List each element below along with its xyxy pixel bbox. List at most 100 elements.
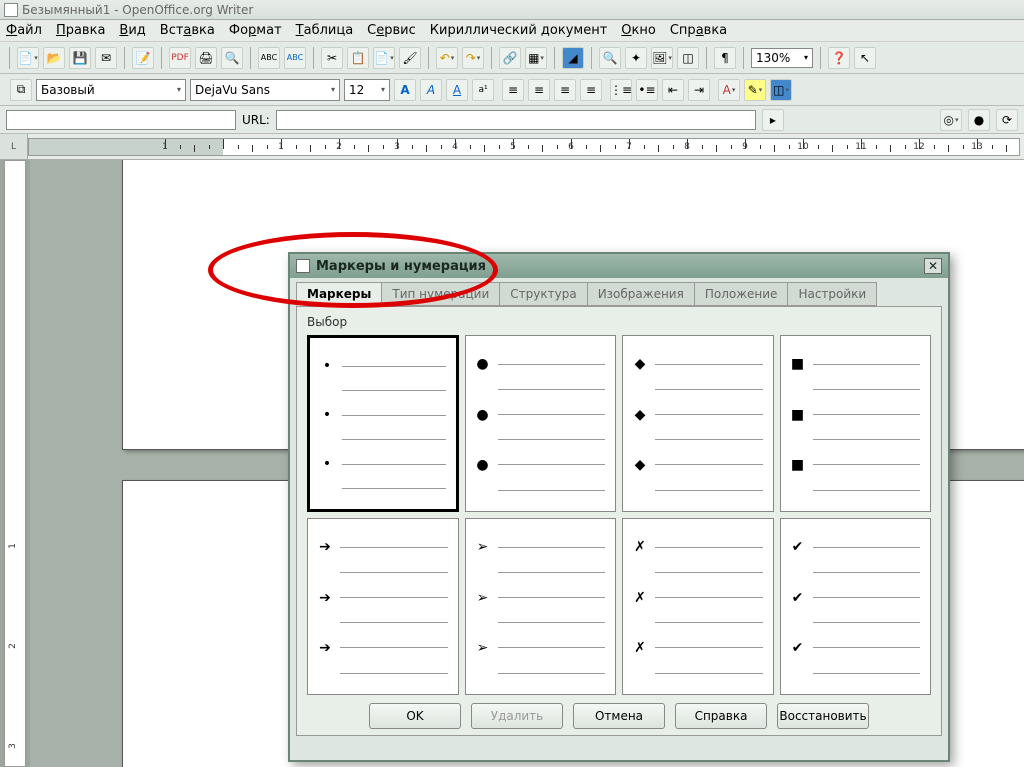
- whats-this-button[interactable]: ↖: [854, 47, 876, 69]
- paragraph-style-combo[interactable]: Базовый▾: [36, 79, 186, 101]
- open-button[interactable]: 📂: [43, 47, 65, 69]
- numbering-button[interactable]: ⋮≡: [610, 79, 632, 101]
- dialog-tab-2[interactable]: Структура: [499, 282, 587, 306]
- italic-button[interactable]: A: [420, 79, 442, 101]
- delete-button[interactable]: Удалить: [471, 703, 563, 729]
- bullet-option-6[interactable]: ✗✗✗: [622, 518, 774, 695]
- nonprinting-button[interactable]: ¶: [714, 47, 736, 69]
- edit-doc-button[interactable]: 📝: [132, 47, 154, 69]
- undo-button[interactable]: ↶: [436, 47, 458, 69]
- dialog-tab-1[interactable]: Тип нумерации: [381, 282, 500, 306]
- menu-cyrillic[interactable]: Кириллический документ: [430, 23, 608, 38]
- dialog-icon: [296, 259, 310, 273]
- navigator-button[interactable]: ✦: [625, 47, 647, 69]
- align-left-button[interactable]: ≡: [502, 79, 524, 101]
- cut-button[interactable]: ✂: [321, 47, 343, 69]
- export-pdf-button[interactable]: PDF: [169, 47, 191, 69]
- menu-insert[interactable]: Вставка: [160, 23, 215, 38]
- font-name-combo[interactable]: DejaVu Sans▾: [190, 79, 340, 101]
- help-button[interactable]: Справка: [675, 703, 767, 729]
- bullets-button[interactable]: •≡: [636, 79, 658, 101]
- format-paintbrush-button[interactable]: 🖌: [399, 47, 421, 69]
- highlight-button[interactable]: ✎: [744, 79, 766, 101]
- bold-button[interactable]: A: [394, 79, 416, 101]
- dialog-tab-5[interactable]: Настройки: [787, 282, 877, 306]
- dialog-tab-0[interactable]: Маркеры: [296, 282, 382, 306]
- bullet-mark-icon: ➢: [476, 640, 490, 656]
- app-icon: [4, 3, 18, 17]
- dialog-tab-4[interactable]: Положение: [694, 282, 789, 306]
- bullet-mark-icon: ✔: [791, 539, 805, 555]
- url-go-button[interactable]: ▸: [762, 109, 784, 131]
- print-preview-button[interactable]: 🔍: [221, 47, 243, 69]
- bullet-option-0[interactable]: •••: [307, 335, 459, 512]
- dialog-tab-3[interactable]: Изображения: [587, 282, 695, 306]
- url-reload-button[interactable]: ⟳: [996, 109, 1018, 131]
- dialog-titlebar[interactable]: Маркеры и нумерация ✕: [290, 254, 948, 278]
- menu-view[interactable]: Вид: [119, 23, 145, 38]
- paste-button[interactable]: 📄: [373, 47, 395, 69]
- bullet-mark-icon: ➔: [318, 640, 332, 656]
- font-size-combo[interactable]: 12▾: [344, 79, 390, 101]
- menu-format[interactable]: Формат: [229, 23, 282, 38]
- bullet-mark-icon: ➔: [318, 590, 332, 606]
- bullet-mark-icon: ◆: [633, 457, 647, 473]
- bullet-option-7[interactable]: ✔✔✔: [780, 518, 932, 695]
- bullet-mark-icon: ✔: [791, 590, 805, 606]
- reset-button[interactable]: Восстановить: [777, 703, 869, 729]
- menu-help[interactable]: Справка: [670, 23, 727, 38]
- font-color-button[interactable]: A: [718, 79, 740, 101]
- bullet-option-1[interactable]: ●●●: [465, 335, 617, 512]
- bullet-option-5[interactable]: ➢➢➢: [465, 518, 617, 695]
- bullet-mark-icon: •: [320, 358, 334, 374]
- bullet-option-3[interactable]: ■■■: [780, 335, 932, 512]
- bg-color-button[interactable]: ◫: [770, 79, 792, 101]
- new-doc-button[interactable]: 📄: [17, 47, 39, 69]
- decrease-indent-button[interactable]: ⇤: [662, 79, 684, 101]
- email-button[interactable]: ✉: [95, 47, 117, 69]
- bullet-mark-icon: ✗: [633, 539, 647, 555]
- url-target-button[interactable]: ◎: [940, 109, 962, 131]
- bullet-option-2[interactable]: ◆◆◆: [622, 335, 774, 512]
- zoom-combo[interactable]: 130% ▾: [751, 48, 813, 68]
- menu-file[interactable]: Файл: [6, 23, 42, 38]
- auto-spellcheck-button[interactable]: ABC: [284, 47, 306, 69]
- gallery-button[interactable]: 🖼: [651, 47, 673, 69]
- url-field[interactable]: [276, 110, 756, 130]
- table-button[interactable]: ▦: [525, 47, 547, 69]
- bullet-mark-icon: ■: [791, 407, 805, 423]
- copy-button[interactable]: 📋: [347, 47, 369, 69]
- bullet-option-4[interactable]: ➔➔➔: [307, 518, 459, 695]
- styles-button[interactable]: ⧉: [10, 79, 32, 101]
- align-right-button[interactable]: ≡: [554, 79, 576, 101]
- spellcheck-button[interactable]: ABC: [258, 47, 280, 69]
- datasources-button[interactable]: ◫: [677, 47, 699, 69]
- superscript-button[interactable]: a¹: [472, 79, 494, 101]
- cancel-button[interactable]: Отмена: [573, 703, 665, 729]
- dialog-close-button[interactable]: ✕: [924, 258, 942, 274]
- bullet-mark-icon: ✗: [633, 640, 647, 656]
- underline-button[interactable]: A: [446, 79, 468, 101]
- align-justify-button[interactable]: ≡: [580, 79, 602, 101]
- align-center-button[interactable]: ≡: [528, 79, 550, 101]
- bullet-mark-icon: ◆: [633, 407, 647, 423]
- find-button[interactable]: 🔍: [599, 47, 621, 69]
- ok-button[interactable]: OK: [369, 703, 461, 729]
- bullet-mark-icon: ●: [476, 457, 490, 473]
- vertical-ruler[interactable]: 123: [4, 160, 26, 767]
- show-draw-button[interactable]: ◢: [562, 47, 584, 69]
- menu-edit[interactable]: Правка: [56, 23, 105, 38]
- hyperlink-button[interactable]: 🔗: [499, 47, 521, 69]
- redo-button[interactable]: ↷: [462, 47, 484, 69]
- print-button[interactable]: 🖨: [195, 47, 217, 69]
- menu-tools[interactable]: Сервис: [367, 23, 416, 38]
- url-stop-button[interactable]: ●: [968, 109, 990, 131]
- menu-window[interactable]: Окно: [621, 23, 656, 38]
- save-button[interactable]: 💾: [69, 47, 91, 69]
- help-button[interactable]: ❓: [828, 47, 850, 69]
- bullet-mark-icon: •: [320, 407, 334, 423]
- menu-table[interactable]: Таблица: [296, 23, 354, 38]
- url-name-combo[interactable]: [6, 110, 236, 130]
- increase-indent-button[interactable]: ⇥: [688, 79, 710, 101]
- horizontal-ruler[interactable]: 112345678910111213: [28, 138, 1020, 156]
